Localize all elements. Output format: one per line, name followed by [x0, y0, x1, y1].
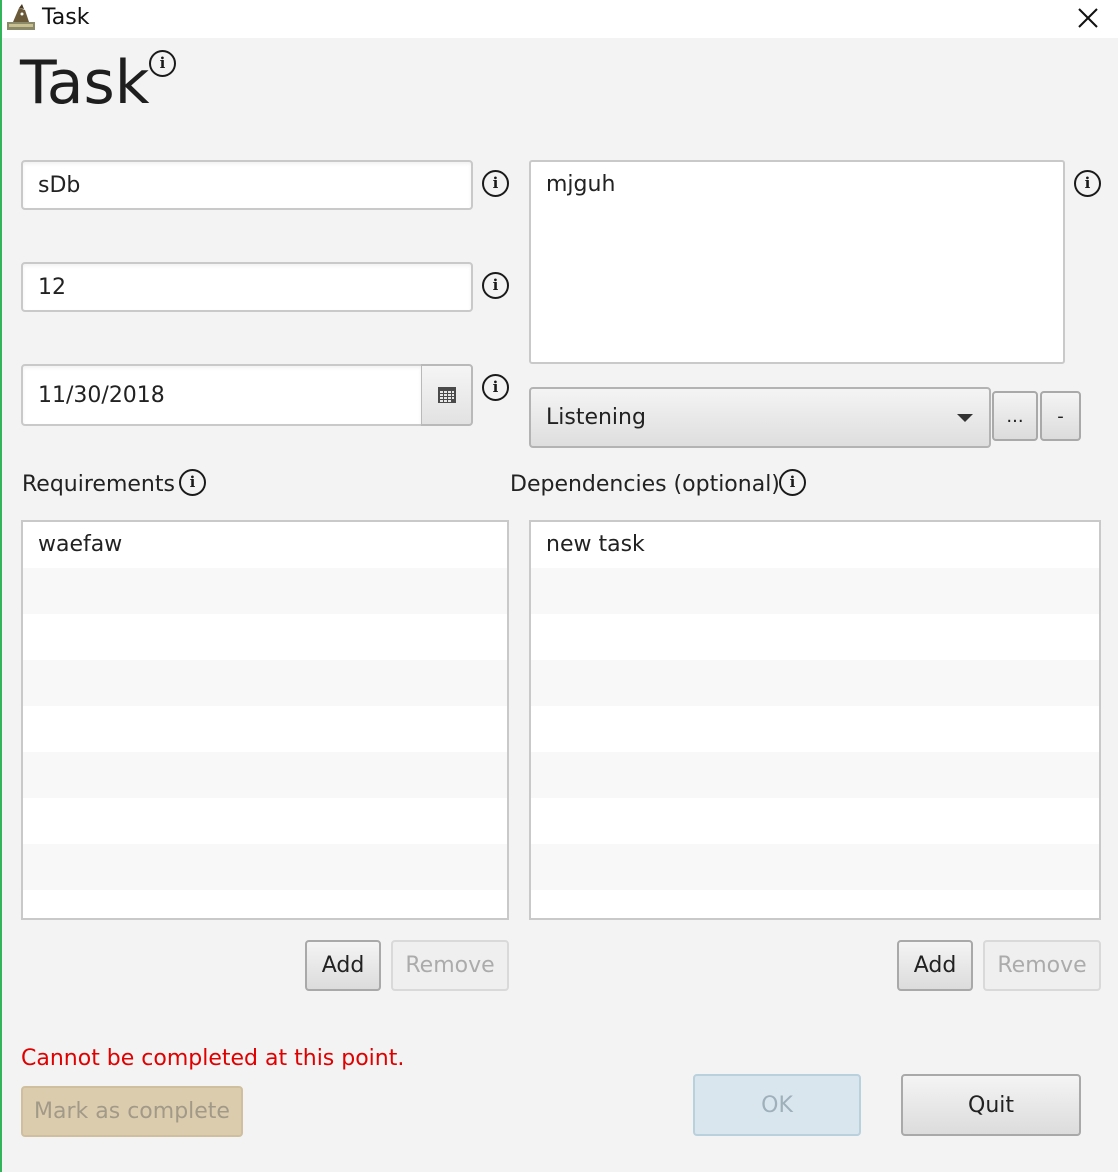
- list-item: [531, 660, 1099, 706]
- chevron-down-icon: [957, 414, 973, 422]
- error-message: Cannot be completed at this point.: [21, 1046, 405, 1071]
- quit-button[interactable]: Quit: [901, 1074, 1081, 1136]
- requirements-info-icon[interactable]: i: [179, 469, 206, 496]
- add-dependency-button[interactable]: Add: [897, 940, 973, 991]
- date-info-icon[interactable]: i: [482, 374, 509, 401]
- info-glyph: i: [492, 276, 499, 294]
- add-requirement-button[interactable]: Add: [305, 940, 381, 991]
- list-item: [23, 752, 507, 798]
- requirements-label: Requirements: [22, 472, 175, 497]
- calendar-icon: [437, 387, 456, 403]
- list-item[interactable]: waefaw: [23, 522, 507, 568]
- description-textarea[interactable]: mjguh: [529, 160, 1065, 364]
- date-field[interactable]: 11/30/2018: [21, 364, 423, 426]
- dependencies-list[interactable]: new task: [529, 520, 1101, 920]
- page-title: Task: [20, 48, 150, 118]
- list-item: [531, 752, 1099, 798]
- list-item: [23, 844, 507, 890]
- info-glyph: i: [1084, 174, 1091, 192]
- info-glyph: i: [492, 378, 499, 396]
- list-item: [531, 568, 1099, 614]
- window-edge: [0, 0, 2, 1172]
- description-info-icon[interactable]: i: [1074, 170, 1101, 197]
- app-mascot-icon: [5, 4, 37, 32]
- number-info-icon[interactable]: i: [482, 272, 509, 299]
- list-item: [23, 706, 507, 752]
- mark-complete-button[interactable]: Mark as complete: [21, 1086, 243, 1137]
- name-field[interactable]: sDb: [21, 160, 473, 210]
- list-item: [23, 890, 507, 918]
- number-field[interactable]: 12: [21, 262, 473, 312]
- dependencies-label: Dependencies (optional): [510, 472, 780, 497]
- info-glyph: i: [159, 54, 166, 72]
- list-item: [531, 614, 1099, 660]
- info-glyph: i: [189, 473, 196, 491]
- list-item: [531, 706, 1099, 752]
- remove-dependency-button[interactable]: Remove: [983, 940, 1101, 991]
- calendar-button[interactable]: [421, 364, 473, 426]
- title-info-icon[interactable]: i: [149, 50, 176, 77]
- list-item: [23, 660, 507, 706]
- requirements-list[interactable]: waefaw: [21, 520, 509, 920]
- more-options-button[interactable]: ...: [992, 391, 1038, 441]
- list-item: [531, 890, 1099, 918]
- list-item: [531, 844, 1099, 890]
- remove-category-button[interactable]: -: [1040, 391, 1081, 441]
- close-icon[interactable]: [1074, 4, 1102, 32]
- info-glyph: i: [492, 174, 499, 192]
- info-glyph: i: [789, 473, 796, 491]
- list-item: [531, 798, 1099, 844]
- list-item[interactable]: new task: [531, 522, 1099, 568]
- title-bar: [0, 0, 1118, 38]
- list-item: [23, 798, 507, 844]
- category-select[interactable]: Listening: [529, 387, 991, 448]
- list-item: [23, 568, 507, 614]
- remove-requirement-button[interactable]: Remove: [391, 940, 509, 991]
- name-info-icon[interactable]: i: [482, 170, 509, 197]
- category-selected-value: Listening: [546, 405, 646, 430]
- window-title: Task: [42, 5, 90, 30]
- ok-button[interactable]: OK: [693, 1074, 861, 1136]
- dependencies-info-icon[interactable]: i: [779, 469, 806, 496]
- list-item: [23, 614, 507, 660]
